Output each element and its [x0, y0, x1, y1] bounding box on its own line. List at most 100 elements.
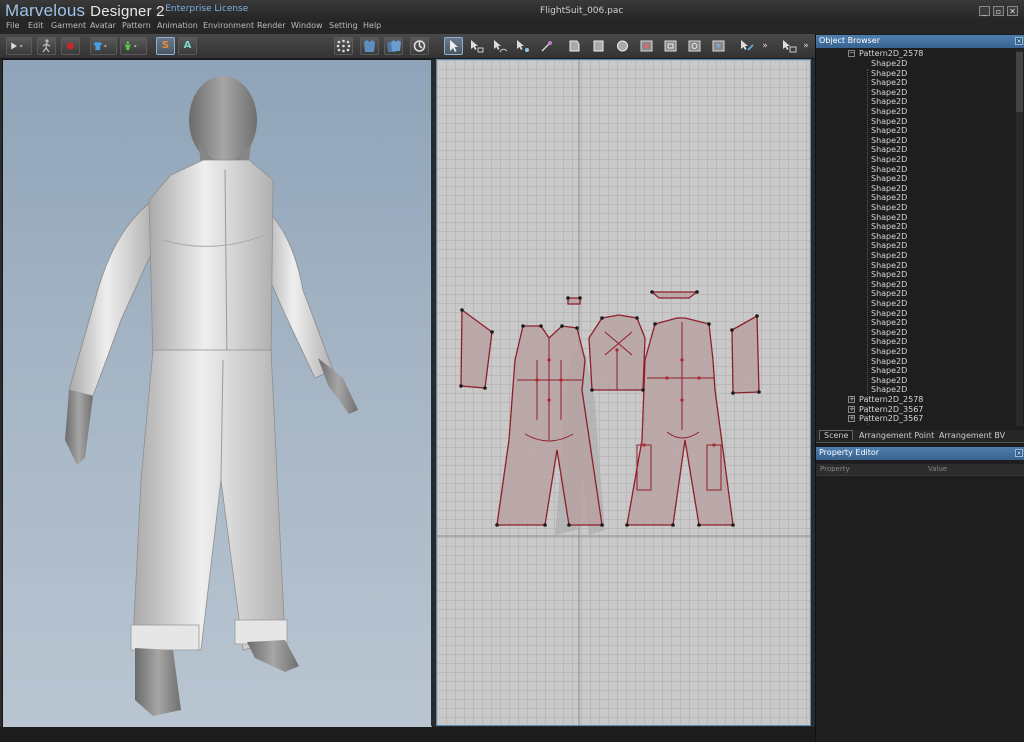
tree-node-shape[interactable]: Shape2D — [871, 203, 907, 213]
tree-node-shape[interactable]: Shape2D — [871, 337, 907, 347]
tree-node-shape[interactable]: Shape2D — [871, 289, 907, 299]
tree-node-shape[interactable]: Shape2D — [871, 174, 907, 184]
tree-node-shape[interactable]: Shape2D — [871, 241, 907, 251]
tree-node-shape[interactable]: Shape2D — [871, 376, 907, 386]
menu-render[interactable]: Render — [257, 21, 285, 30]
object-browser-scrollbar[interactable] — [1016, 50, 1023, 426]
tree-node-shape[interactable]: Shape2D — [871, 251, 907, 261]
tree-node-shape[interactable]: Shape2D — [871, 222, 907, 232]
reset-button[interactable] — [410, 37, 429, 55]
simulation-toggle-button[interactable]: S — [156, 37, 175, 55]
walk-animation-button[interactable] — [37, 37, 56, 55]
internal-polygon-tool-button[interactable] — [637, 37, 656, 55]
tree-node-shape[interactable]: Shape2D — [871, 232, 907, 242]
add-point-tool-button[interactable] — [537, 37, 556, 55]
menu-help[interactable]: Help — [363, 21, 381, 30]
jacket-icon — [364, 40, 375, 52]
toolbar-more-left-button[interactable]: » — [759, 37, 771, 55]
internal-circle-tool-button[interactable] — [685, 37, 704, 55]
menu-edit[interactable]: Edit — [28, 21, 44, 30]
close-button[interactable]: ✕ — [1007, 6, 1018, 16]
tree-node-shape[interactable]: Shape2D — [871, 136, 907, 146]
tree-node-shape[interactable]: Shape2D — [871, 347, 907, 357]
tree-node-shape[interactable]: Shape2D — [871, 366, 907, 376]
object-browser-close-button[interactable]: × — [1015, 37, 1023, 45]
menu-animation[interactable]: Animation — [157, 21, 198, 30]
garment-front-button[interactable] — [360, 37, 379, 55]
tree-node-shape[interactable]: Shape2D — [871, 117, 907, 127]
menu-garment[interactable]: Garment — [51, 21, 86, 30]
browser-tabs: Scene Arrangement Point Arrangement BV — [816, 430, 1024, 443]
select-tool-button[interactable] — [444, 37, 463, 55]
expand-toggle-icon[interactable]: + — [848, 405, 855, 413]
tree-node-pattern-collapsed[interactable]: + Pattern2D_3567 — [848, 405, 923, 415]
play-icon — [11, 42, 23, 50]
2d-pattern-viewport[interactable] — [436, 59, 811, 726]
tree-node-shape[interactable]: Shape2D — [871, 270, 907, 280]
polygon-tool-button[interactable] — [565, 37, 584, 55]
tree-node-shape[interactable]: Shape2D — [871, 126, 907, 136]
collapse-toggle-icon[interactable]: − — [848, 50, 855, 57]
tree-node-shape[interactable]: Shape2D — [871, 357, 907, 367]
tree-node-shape[interactable]: Shape2D — [871, 213, 907, 223]
garment-button[interactable] — [90, 37, 117, 55]
edit-point-tool-button[interactable] — [513, 37, 532, 55]
scrollbar-thumb[interactable] — [1016, 52, 1023, 112]
menu-file[interactable]: File — [6, 21, 19, 30]
segment-sewing-tool-button[interactable] — [737, 37, 756, 55]
circle-tool-button[interactable] — [613, 37, 632, 55]
tree-node-shape[interactable]: Shape2D — [871, 59, 907, 69]
tree-node-shape[interactable]: Shape2D — [871, 318, 907, 328]
play-button[interactable] — [6, 37, 32, 55]
tree-node-pattern-expanded[interactable]: − Pattern2D_2578 — [848, 49, 923, 59]
internal-rectangle-tool-button[interactable] — [661, 37, 680, 55]
tree-node-shape[interactable]: Shape2D — [871, 299, 907, 309]
tree-node-shape[interactable]: Shape2D — [871, 309, 907, 319]
garment-layers-button[interactable] — [384, 37, 403, 55]
minimize-button[interactable]: _ — [979, 6, 990, 16]
tree-node-shape[interactable]: Shape2D — [871, 155, 907, 165]
free-sewing-tool-button[interactable] — [779, 37, 798, 55]
dart-tool-button[interactable] — [709, 37, 728, 55]
rectangle-tool-button[interactable] — [589, 37, 608, 55]
tree-node-shape[interactable]: Shape2D — [871, 145, 907, 155]
tree-node-shape[interactable]: Shape2D — [871, 78, 907, 88]
menu-avatar[interactable]: Avatar — [90, 21, 116, 30]
polygon-icon — [569, 40, 580, 52]
edit-curve-tool-button[interactable] — [490, 37, 509, 55]
tree-node-pattern-collapsed[interactable]: + Pattern2D_2578 — [848, 395, 923, 405]
tree-node-shape[interactable]: Shape2D — [871, 184, 907, 194]
expand-toggle-icon[interactable]: + — [848, 396, 855, 403]
record-button[interactable] — [61, 37, 80, 55]
tree-node-shape[interactable]: Shape2D — [871, 165, 907, 175]
tab-scene[interactable]: Scene — [819, 430, 854, 440]
property-editor-header: Property Editor × — [816, 447, 1024, 460]
toolbar-more-right-button[interactable]: » — [800, 37, 812, 55]
expand-toggle-icon[interactable]: + — [848, 415, 855, 423]
tree-node-shape[interactable]: Shape2D — [871, 193, 907, 203]
arrangement-points-button[interactable] — [334, 37, 353, 55]
tree-node-shape[interactable]: Shape2D — [871, 385, 907, 395]
tree-node-shape[interactable]: Shape2D — [871, 107, 907, 117]
menu-window[interactable]: Window — [291, 21, 323, 30]
tab-arrangement-bv[interactable]: Arrangement BV — [939, 431, 1005, 440]
transform-tool-button[interactable] — [467, 37, 486, 55]
menu-environment[interactable]: Environment — [203, 21, 254, 30]
tree-node-shape[interactable]: Shape2D — [871, 280, 907, 290]
menu-setting[interactable]: Setting — [329, 21, 358, 30]
tree-node-shape[interactable]: Shape2D — [871, 97, 907, 107]
tree-node-shape[interactable]: Shape2D — [871, 261, 907, 271]
avatar-button[interactable] — [120, 37, 147, 55]
tree-node-shape[interactable]: Shape2D — [871, 88, 907, 98]
tab-arrangement-point[interactable]: Arrangement Point — [859, 431, 934, 440]
avatar-mode-button[interactable]: A — [178, 37, 197, 55]
tree-node-shape[interactable]: Shape2D — [871, 69, 907, 79]
tree-node-pattern-collapsed[interactable]: + Pattern2D_3567 — [848, 414, 923, 424]
tree-node-shape[interactable]: Shape2D — [871, 328, 907, 338]
object-tree[interactable]: − Pattern2D_2578 Shape2D Shape2D Shape2D … — [816, 48, 1014, 428]
menu-pattern[interactable]: Pattern — [122, 21, 151, 30]
main-toolbar: S A » » — [0, 34, 815, 59]
restore-button[interactable]: ▫ — [993, 6, 1004, 16]
3d-viewport[interactable] — [2, 59, 433, 728]
property-editor-close-button[interactable]: × — [1015, 449, 1023, 457]
